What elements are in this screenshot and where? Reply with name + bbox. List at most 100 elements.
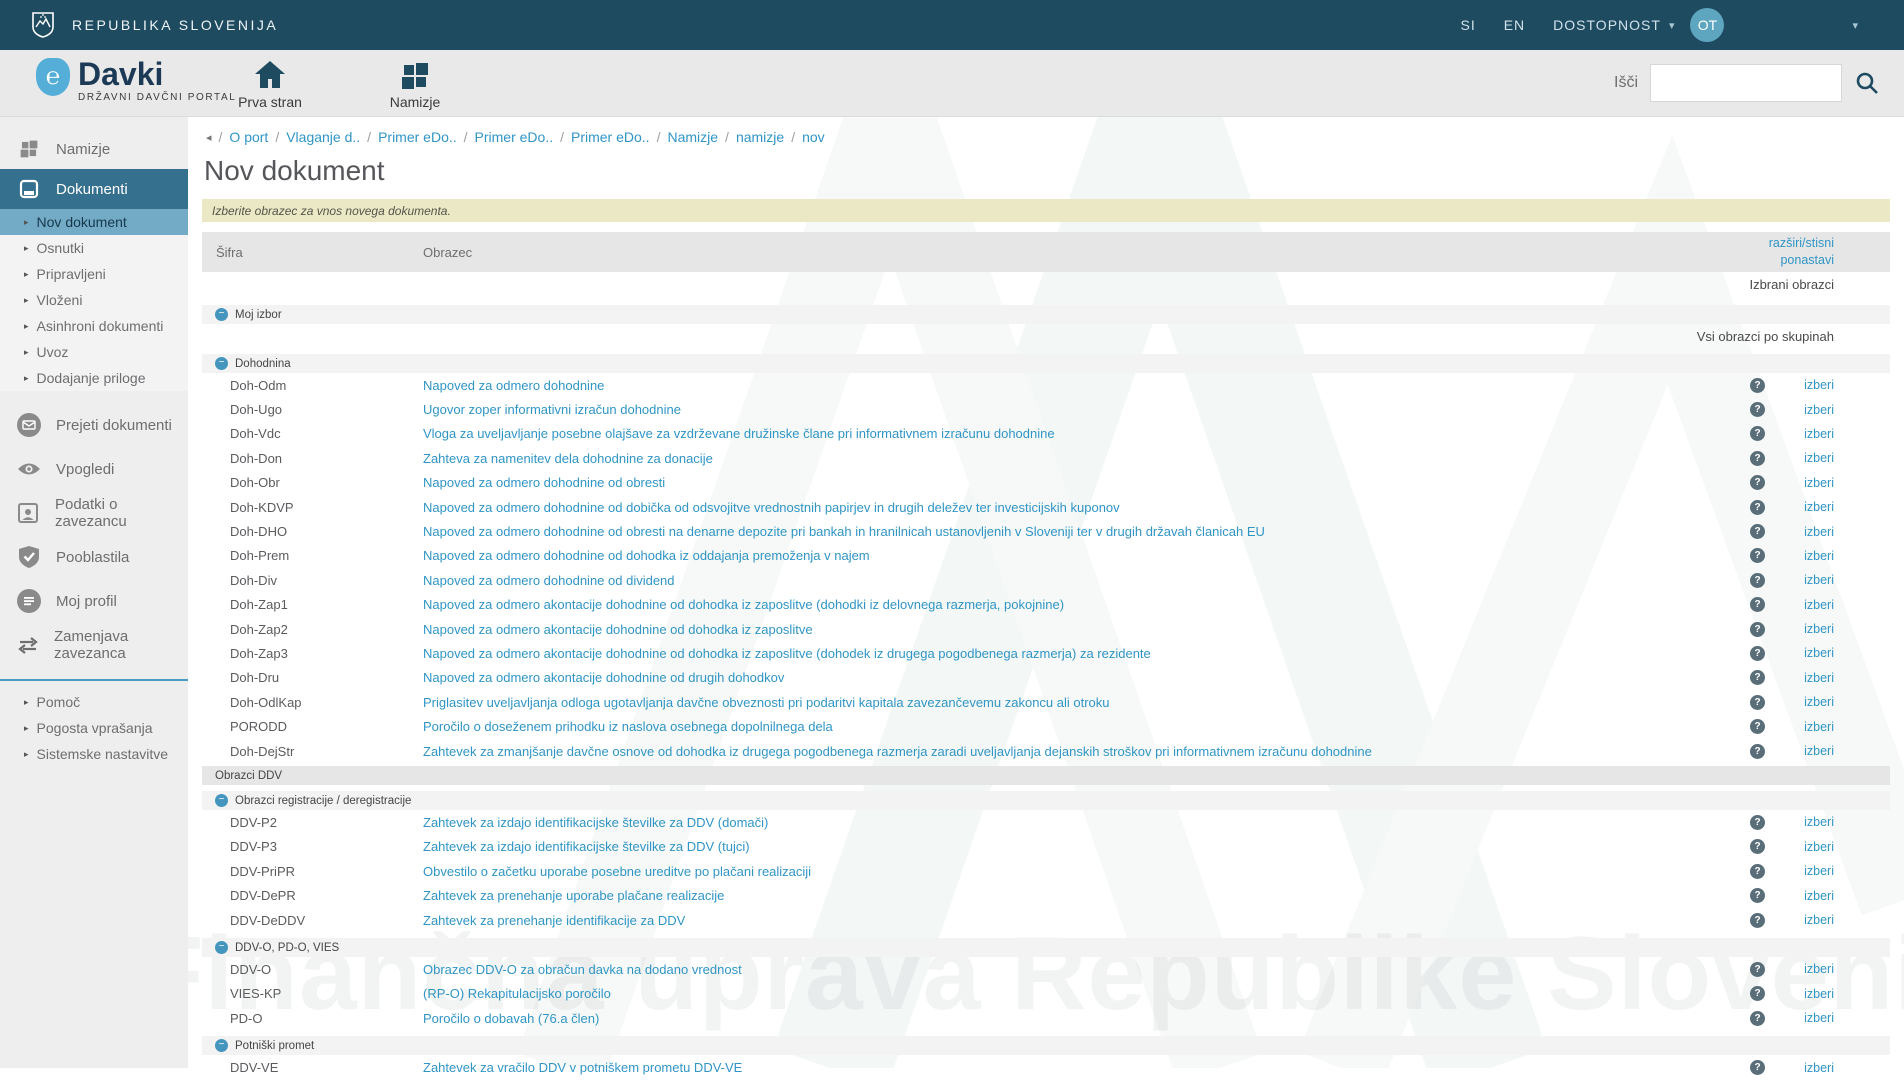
select-link[interactable]: izberi xyxy=(1776,840,1834,854)
select-link[interactable]: izberi xyxy=(1776,598,1834,612)
help-icon[interactable]: ? xyxy=(1750,815,1765,830)
reset-link[interactable]: ponastavi xyxy=(1769,252,1834,269)
select-link[interactable]: izberi xyxy=(1776,646,1834,660)
help-icon[interactable]: ? xyxy=(1750,744,1765,759)
form-link[interactable]: Priglasitev uveljavljanja odloga ugotavl… xyxy=(423,695,1750,710)
help-icon[interactable]: ? xyxy=(1750,864,1765,879)
form-link[interactable]: Napoved za odmero akontacije dohodnine o… xyxy=(423,597,1750,612)
collapse-icon[interactable]: − xyxy=(215,308,228,321)
select-link[interactable]: izberi xyxy=(1776,913,1834,927)
select-link[interactable]: izberi xyxy=(1776,987,1834,1001)
form-link[interactable]: Napoved za odmero akontacije dohodnine o… xyxy=(423,622,1750,637)
sidebar-item-prejeti-dokumenti[interactable]: Prejeti dokumenti xyxy=(0,403,188,447)
select-link[interactable]: izberi xyxy=(1776,864,1834,878)
lang-si-link[interactable]: SI xyxy=(1460,17,1475,33)
select-link[interactable]: izberi xyxy=(1776,451,1834,465)
select-link[interactable]: izberi xyxy=(1776,815,1834,829)
form-link[interactable]: Napoved za odmero dohodnine od dobička o… xyxy=(423,500,1750,515)
select-link[interactable]: izberi xyxy=(1776,500,1834,514)
form-link[interactable]: Napoved za odmero dohodnine od obresti n… xyxy=(423,524,1750,539)
search-button[interactable] xyxy=(1854,70,1880,96)
form-link[interactable]: Napoved za odmero dohodnine xyxy=(423,378,1750,393)
breadcrumb-link[interactable]: Namizje xyxy=(667,129,718,145)
select-link[interactable]: izberi xyxy=(1776,744,1834,758)
form-link[interactable]: Zahtevek za prenehanje identifikacije za… xyxy=(423,913,1750,928)
help-icon[interactable]: ? xyxy=(1750,573,1765,588)
form-link[interactable]: Napoved za odmero akontacije dohodnine o… xyxy=(423,646,1750,661)
sidebar-item-pomo-[interactable]: ▸Pomoč xyxy=(0,689,188,715)
form-link[interactable]: Vloga za uveljavljanje posebne olajšave … xyxy=(423,426,1750,441)
form-link[interactable]: Napoved za odmero dohodnine od obresti xyxy=(423,475,1750,490)
help-icon[interactable]: ? xyxy=(1750,986,1765,1001)
sidebar-item-podatki-o-zavezancu[interactable]: Podatki o zavezancu xyxy=(0,491,188,535)
sidebar-item-sistemske-nastavitve[interactable]: ▸Sistemske nastavitve xyxy=(0,741,188,767)
select-link[interactable]: izberi xyxy=(1776,427,1834,441)
help-icon[interactable]: ? xyxy=(1750,426,1765,441)
help-icon[interactable]: ? xyxy=(1750,1011,1765,1026)
collapse-icon[interactable]: − xyxy=(215,941,228,954)
help-icon[interactable]: ? xyxy=(1750,646,1765,661)
form-link[interactable]: Obvestilo o začetku uporabe posebne ured… xyxy=(423,864,1750,879)
breadcrumb-link[interactable]: O port xyxy=(229,129,268,145)
select-link[interactable]: izberi xyxy=(1776,378,1834,392)
collapse-icon[interactable]: − xyxy=(215,357,228,370)
form-link[interactable]: Obrazec DDV-O za obračun davka na dodano… xyxy=(423,962,1750,977)
chevron-down-icon[interactable]: ▾ xyxy=(1852,19,1858,32)
help-icon[interactable]: ? xyxy=(1750,839,1765,854)
help-icon[interactable]: ? xyxy=(1750,524,1765,539)
sidebar-item-dokumenti[interactable]: Dokumenti xyxy=(0,169,188,209)
sidebar-item-pooblastila[interactable]: Pooblastila xyxy=(0,535,188,579)
breadcrumb-link[interactable]: Primer eDo.. xyxy=(475,129,554,145)
select-link[interactable]: izberi xyxy=(1776,671,1834,685)
help-icon[interactable]: ? xyxy=(1750,695,1765,710)
sidebar-item-vpogledi[interactable]: Vpogledi xyxy=(0,447,188,491)
select-link[interactable]: izberi xyxy=(1776,889,1834,903)
form-link[interactable]: Zahtevek za izdajo identifikacijske štev… xyxy=(423,839,1750,854)
collapse-icon[interactable]: − xyxy=(215,1039,228,1052)
sidebar-item-nov-dokument[interactable]: ▸Nov dokument xyxy=(0,209,188,235)
select-link[interactable]: izberi xyxy=(1776,525,1834,539)
accessibility-link[interactable]: DOSTOPNOST xyxy=(1553,17,1661,33)
help-icon[interactable]: ? xyxy=(1750,500,1765,515)
select-link[interactable]: izberi xyxy=(1776,549,1834,563)
sidebar-item-moj-profil[interactable]: Moj profil xyxy=(0,579,188,623)
collapse-icon[interactable]: − xyxy=(215,794,228,807)
form-link[interactable]: Napoved za odmero akontacije dohodnine o… xyxy=(423,670,1750,685)
help-icon[interactable]: ? xyxy=(1750,378,1765,393)
help-icon[interactable]: ? xyxy=(1750,622,1765,637)
sidebar-item-zamenjava-zavezanca[interactable]: Zamenjava zavezanca xyxy=(0,623,188,667)
search-input[interactable] xyxy=(1650,64,1842,102)
form-link[interactable]: (RP-O) Rekapitulacijsko poročilo xyxy=(423,986,1750,1001)
group-header[interactable]: −Dohodnina xyxy=(202,354,1890,373)
avatar[interactable]: OT xyxy=(1690,8,1724,42)
nav-home[interactable]: Prva stran xyxy=(210,56,330,110)
davki-logo[interactable]: ℮ Davki DRŽAVNI DAVČNI PORTAL xyxy=(36,58,236,103)
select-link[interactable]: izberi xyxy=(1776,403,1834,417)
help-icon[interactable]: ? xyxy=(1750,913,1765,928)
help-icon[interactable]: ? xyxy=(1750,719,1765,734)
form-link[interactable]: Zahteva za namenitev dela dohodnine za d… xyxy=(423,451,1750,466)
nav-desktop[interactable]: Namizje xyxy=(355,56,475,110)
group-header[interactable]: −DDV-O, PD-O, VIES xyxy=(202,938,1890,957)
select-link[interactable]: izberi xyxy=(1776,622,1834,636)
form-link[interactable]: Napoved za odmero dohodnine od dividend xyxy=(423,573,1750,588)
form-link[interactable]: Napoved za odmero dohodnine od dohodka i… xyxy=(423,548,1750,563)
help-icon[interactable]: ? xyxy=(1750,670,1765,685)
select-link[interactable]: izberi xyxy=(1776,573,1834,587)
lang-en-link[interactable]: EN xyxy=(1504,17,1525,33)
group-header[interactable]: −Obrazci registracije / deregistracije xyxy=(202,791,1890,810)
expand-collapse-link[interactable]: razširi/stisni xyxy=(1769,235,1834,252)
form-link[interactable]: Zahtevek za zmanjšanje davčne osnove od … xyxy=(423,744,1750,759)
help-icon[interactable]: ? xyxy=(1750,597,1765,612)
sidebar-item-dodajanje-priloge[interactable]: ▸Dodajanje priloge xyxy=(0,365,188,391)
chevron-down-icon[interactable]: ▾ xyxy=(1669,19,1675,32)
sidebar-item-pogosta-vpra-anja[interactable]: ▸Pogosta vprašanja xyxy=(0,715,188,741)
help-icon[interactable]: ? xyxy=(1750,548,1765,563)
form-link[interactable]: Poročilo o dobavah (76.a člen) xyxy=(423,1011,1750,1026)
select-link[interactable]: izberi xyxy=(1776,720,1834,734)
breadcrumb-link[interactable]: nov xyxy=(802,129,825,145)
group-header[interactable]: −Potniški promet xyxy=(202,1036,1890,1055)
help-icon[interactable]: ? xyxy=(1750,451,1765,466)
form-link[interactable]: Poročilo o doseženem prihodku iz naslova… xyxy=(423,719,1750,734)
sidebar-item-osnutki[interactable]: ▸Osnutki xyxy=(0,235,188,261)
